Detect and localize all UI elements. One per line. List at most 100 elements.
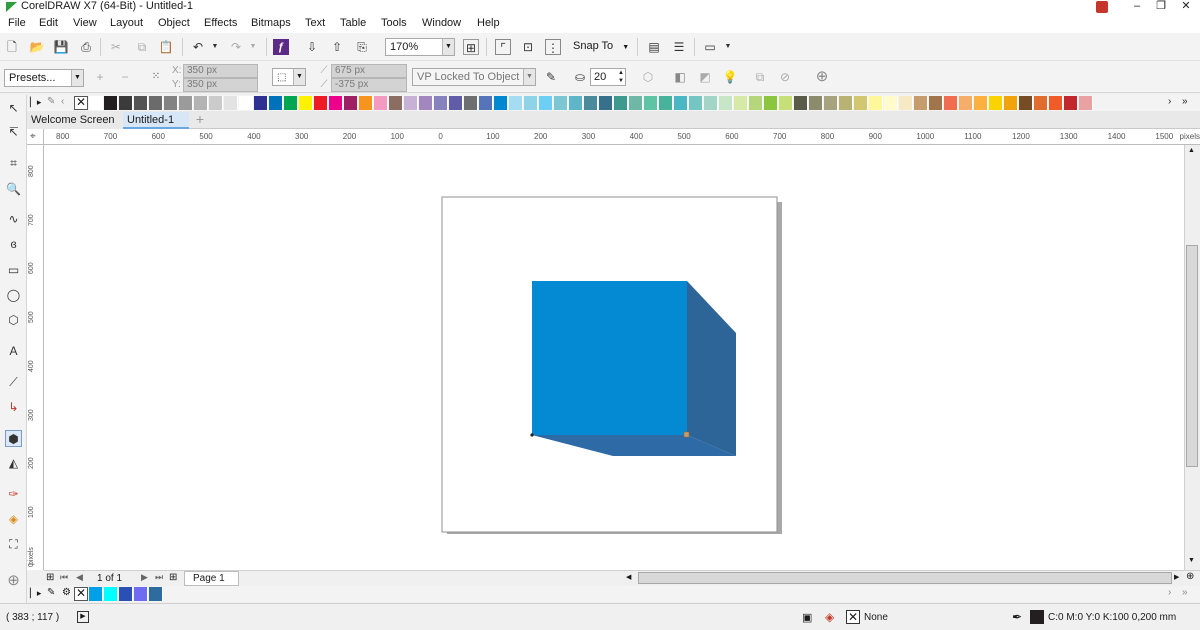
application-launcher-icon[interactable]: ▭ xyxy=(702,39,718,55)
extrusion-color-icon[interactable]: ◧ xyxy=(672,69,688,85)
palette-back-icon[interactable]: ‹ xyxy=(61,96,64,107)
polygon-tool-icon[interactable]: ⬡ xyxy=(5,312,22,329)
import-icon[interactable]: ⇩ xyxy=(304,39,320,55)
palette-swatch[interactable] xyxy=(104,96,118,110)
doc-palette-scroll-icon[interactable]: ▏▸ xyxy=(30,588,41,599)
palette-swatch[interactable] xyxy=(314,96,328,110)
palette-swatch[interactable] xyxy=(404,96,418,110)
outline-color-swatch[interactable] xyxy=(1030,610,1044,624)
palette-swatch[interactable] xyxy=(1079,96,1093,110)
vp-y-field[interactable]: -375 px xyxy=(331,78,407,92)
doc-no-color-swatch[interactable]: ✕ xyxy=(74,587,88,601)
extrusion-end-handle[interactable] xyxy=(683,431,690,438)
new-tab-icon[interactable]: + xyxy=(191,111,209,128)
tab-untitled-1[interactable]: Untitled-1 xyxy=(123,112,189,129)
menu-edit[interactable]: Edit xyxy=(39,17,58,30)
palette-swatch[interactable] xyxy=(599,96,613,110)
paste-icon[interactable]: 📋 xyxy=(158,39,174,55)
copy-icon[interactable]: ⧉ xyxy=(134,39,150,55)
next-page-icon[interactable]: ▶ xyxy=(141,572,148,583)
palette-swatch[interactable] xyxy=(554,96,568,110)
menu-file[interactable]: File xyxy=(8,17,26,30)
doc-palette-swatch[interactable] xyxy=(119,587,133,601)
palette-swatch[interactable] xyxy=(914,96,928,110)
y-position-field[interactable]: 350 px xyxy=(183,78,258,92)
print-icon[interactable]: ⎙ xyxy=(78,39,94,55)
quick-customize-icon[interactable]: ⊕ xyxy=(5,572,22,589)
palette-swatch[interactable] xyxy=(209,96,223,110)
add-page-after-icon[interactable]: ⊞ xyxy=(169,572,177,583)
rotation-icon[interactable]: ⬡ xyxy=(640,69,656,85)
no-color-swatch[interactable]: ✕ xyxy=(74,96,88,110)
palette-swatch[interactable] xyxy=(434,96,448,110)
palette-swatch[interactable] xyxy=(344,96,358,110)
scroll-right-icon[interactable]: ▶ xyxy=(1174,573,1179,581)
palette-swatch[interactable] xyxy=(824,96,838,110)
interactive-fill-tool-icon[interactable]: ◈ xyxy=(5,511,22,528)
scroll-down-icon[interactable]: ▼ xyxy=(1188,557,1195,564)
palette-swatch[interactable] xyxy=(719,96,733,110)
user-account-icon[interactable] xyxy=(1096,1,1108,13)
palette-swatch[interactable] xyxy=(119,96,133,110)
eyedropper-tool-icon[interactable]: ✑ xyxy=(5,486,22,503)
palette-swatch[interactable] xyxy=(734,96,748,110)
vanishing-point-lock-select[interactable]: VP Locked To Object ▼ xyxy=(412,68,536,86)
add-preset-icon[interactable]: + xyxy=(92,69,108,85)
publish-pdf-icon[interactable]: ⎘ xyxy=(354,39,370,55)
doc-palette-scroll-right-icon[interactable]: › xyxy=(1168,587,1171,598)
palette-swatch[interactable] xyxy=(809,96,823,110)
pick-tool-icon[interactable]: ↖ xyxy=(5,100,22,117)
palette-swatch[interactable] xyxy=(479,96,493,110)
launcher-dropdown-icon[interactable]: ▼ xyxy=(720,39,736,55)
palette-swatch[interactable] xyxy=(629,96,643,110)
palette-swatch[interactable] xyxy=(329,96,343,110)
shape-tool-icon[interactable]: ↸ xyxy=(5,124,22,141)
menu-view[interactable]: View xyxy=(73,17,97,30)
extrude-tool-icon[interactable]: ⬢ xyxy=(5,430,22,447)
zoom-level-select[interactable]: 170% ▼ xyxy=(385,38,455,56)
menu-window[interactable]: Window xyxy=(422,17,461,30)
palette-swatch[interactable] xyxy=(794,96,808,110)
palette-swatch[interactable] xyxy=(89,96,103,110)
remove-preset-icon[interactable]: − xyxy=(117,69,133,85)
menu-text[interactable]: Text xyxy=(305,17,325,30)
palette-swatch[interactable] xyxy=(749,96,763,110)
copy-extrusion-icon[interactable]: ⧉ xyxy=(752,69,768,85)
previous-page-icon[interactable]: ◀ xyxy=(76,572,83,583)
ellipse-tool-icon[interactable]: ◯ xyxy=(5,287,22,304)
menu-table[interactable]: Table xyxy=(340,17,366,30)
palette-swatch[interactable] xyxy=(959,96,973,110)
extrusion-start-handle[interactable] xyxy=(530,433,534,437)
extrusion-type-select[interactable]: ⬚ ▼ xyxy=(272,68,306,86)
freehand-tool-icon[interactable]: ∿ xyxy=(5,211,22,228)
palette-swatch[interactable] xyxy=(704,96,718,110)
minimize-button[interactable]: ‒ xyxy=(1124,0,1150,14)
palette-swatch[interactable] xyxy=(194,96,208,110)
palette-swatch[interactable] xyxy=(224,96,238,110)
drawing-canvas[interactable] xyxy=(44,145,1184,570)
save-icon[interactable]: 💾 xyxy=(53,39,69,55)
artistic-media-tool-icon[interactable]: ɞ xyxy=(5,236,22,253)
palette-swatch[interactable] xyxy=(269,96,283,110)
open-icon[interactable]: 📂 xyxy=(29,39,45,55)
palette-swatch[interactable] xyxy=(854,96,868,110)
lighting-icon[interactable]: 💡 xyxy=(722,69,738,85)
palette-swatch[interactable] xyxy=(1049,96,1063,110)
palette-swatch[interactable] xyxy=(1019,96,1033,110)
doc-palette-expand-icon[interactable]: » xyxy=(1182,587,1188,598)
menu-layout[interactable]: Layout xyxy=(110,17,143,30)
palette-swatch[interactable] xyxy=(1034,96,1048,110)
vertical-scroll-thumb[interactable] xyxy=(1186,245,1198,467)
doc-palette-eyedropper-icon[interactable]: ✎ xyxy=(47,587,55,598)
palette-swatch[interactable] xyxy=(419,96,433,110)
scroll-left-icon[interactable]: ◀ xyxy=(626,573,631,581)
new-document-icon[interactable]: 🗋 xyxy=(4,39,20,55)
quick-customize-icon[interactable]: ⊕ xyxy=(814,69,830,85)
vp-x-field[interactable]: 675 px xyxy=(331,64,407,78)
close-button[interactable]: ✕ xyxy=(1173,0,1199,14)
horizontal-scroll-thumb[interactable] xyxy=(638,572,1172,584)
palette-swatch[interactable] xyxy=(584,96,598,110)
palette-swatch[interactable] xyxy=(644,96,658,110)
palette-swatch[interactable] xyxy=(884,96,898,110)
snap-to-dropdown[interactable]: Snap To ▼ xyxy=(573,40,629,52)
